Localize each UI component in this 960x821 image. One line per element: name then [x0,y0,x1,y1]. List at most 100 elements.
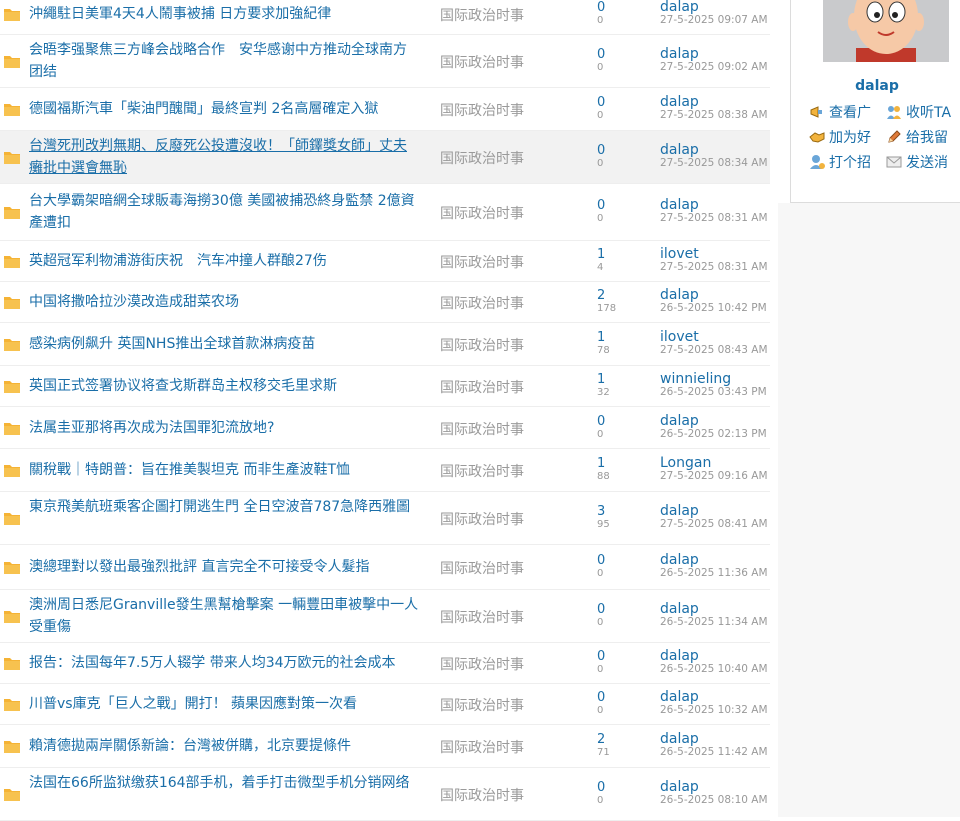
last-poster-link[interactable]: Longan [660,456,711,470]
thread-title-link[interactable]: 台大學霸架暗網全球販毒海撈30億 美國被捕恐終身監禁 2億資產遭扣 [29,190,419,234]
reply-count[interactable]: 3 [597,505,605,519]
last-post-time[interactable]: 27-5-2025 09:07 AM [660,15,768,26]
forum-link[interactable]: 国际政治时事 [440,419,590,439]
add-friend-link[interactable]: 加为好 [809,127,871,147]
leave-message-link[interactable]: 给我留 [886,127,948,147]
reply-count[interactable]: 0 [597,781,605,795]
last-post-time[interactable]: 26-5-2025 03:43 PM [660,387,767,398]
last-post-time[interactable]: 26-5-2025 11:42 AM [660,747,768,758]
thread-title-link[interactable]: 法国在66所监狱缴获164部手机，着手打击微型手机分销网络 [29,772,419,794]
greet-link[interactable]: 打个招 [809,152,871,172]
last-poster-link[interactable]: dalap [660,143,699,157]
profile-username[interactable]: dalap [791,78,960,94]
forum-link[interactable]: 国际政治时事 [440,737,590,757]
send-message-link[interactable]: 发送消 [886,152,948,172]
thread-title-link[interactable]: 關稅戰｜特朗普：旨在推美製坦克 而非生產波鞋T恤 [29,459,419,481]
last-poster-link[interactable]: dalap [660,47,699,61]
last-poster-link[interactable]: dalap [660,553,699,567]
forum-link[interactable]: 国际政治时事 [440,293,590,313]
reply-count[interactable]: 0 [597,1,605,15]
last-post-time[interactable]: 26-5-2025 11:36 AM [660,568,768,579]
reply-count[interactable]: 0 [597,650,605,664]
view-broadcast-link[interactable]: 查看广 [809,102,871,122]
thread-title-link[interactable]: 澳總理對以發出最強烈批評 直言完全不可接受令人髮指 [29,556,419,578]
last-poster-link[interactable]: dalap [660,649,699,663]
last-poster-link[interactable]: dalap [660,732,699,746]
thread-title-link[interactable]: 会晤李强聚焦三方峰会战略合作 安华感谢中方推动全球南方团结 [29,39,419,83]
reply-count[interactable]: 0 [597,96,605,110]
last-poster-link[interactable]: dalap [660,198,699,212]
last-post-time[interactable]: 27-5-2025 09:02 AM [660,62,768,73]
follow-link[interactable]: 收听TA [886,102,951,122]
thread-title-link[interactable]: 澳洲周日悉尼Granville發生黑幫槍擊案 一輛豐田車被擊中一人受重傷 [29,594,419,638]
reply-count[interactable]: 2 [597,289,605,303]
last-post-time[interactable]: 26-5-2025 10:32 AM [660,705,768,716]
thread-row: 感染病例飙升 英国NHS推出全球首款淋病疫苗 国际政治时事 1 78 ilovet 27-… [0,323,770,366]
thread-title-link[interactable]: 台灣死刑改判無期、反廢死公投遭沒收！「師鐸獎女師」丈夫癱批中選會無恥 [29,135,419,179]
last-post-time[interactable]: 27-5-2025 08:43 AM [660,345,768,356]
last-poster-link[interactable]: dalap [660,780,699,794]
last-poster-link[interactable]: ilovet [660,247,699,261]
last-post-time[interactable]: 27-5-2025 08:34 AM [660,158,768,169]
reply-count[interactable]: 1 [597,457,605,471]
last-poster-link[interactable]: dalap [660,414,699,428]
last-poster-link[interactable]: dalap [660,690,699,704]
thread-title-link[interactable]: 报告：法国每年7.5万人辍学 带来人均34万欧元的社会成本 [29,652,419,674]
reply-count[interactable]: 1 [597,331,605,345]
last-post-time[interactable]: 26-5-2025 08:10 AM [660,795,768,806]
last-poster-link[interactable]: dalap [660,504,699,518]
last-poster-link[interactable]: dalap [660,288,699,302]
folder-icon [3,656,21,671]
thread-title-link[interactable]: 英国正式签署协议将查戈斯群岛主权移交毛里求斯 [29,375,419,397]
forum-link[interactable]: 国际政治时事 [440,654,590,674]
thread-title-link[interactable]: 川普vs庫克「巨人之戰」開打！ 蘋果因應對策一次看 [29,693,419,715]
thread-title-link[interactable]: 中国将撒哈拉沙漠改造成甜菜农场 [29,291,419,313]
reply-count[interactable]: 0 [597,144,605,158]
forum-link[interactable]: 国际政治时事 [440,5,590,25]
reply-count[interactable]: 0 [597,691,605,705]
last-poster-link[interactable]: dalap [660,0,699,14]
thread-title-link[interactable]: 英超冠军利物浦游街庆祝 汽车冲撞人群酿27伤 [29,250,419,272]
last-poster-link[interactable]: winnieling [660,372,731,386]
last-post-time[interactable]: 26-5-2025 02:13 PM [660,428,767,440]
avatar[interactable] [823,0,949,62]
thread-title-link[interactable]: 東京飛美航班乘客企圖打開逃生門 全日空波音787急降西雅圖 [29,496,419,518]
forum-link[interactable]: 国际政治时事 [440,148,590,168]
reply-count[interactable]: 2 [597,733,605,747]
last-post-time[interactable]: 27-5-2025 09:16 AM [660,471,768,482]
forum-link[interactable]: 国际政治时事 [440,377,590,397]
last-poster-link[interactable]: dalap [660,602,699,616]
last-post-time[interactable]: 26-5-2025 10:42 PM [660,303,767,314]
forum-link[interactable]: 国际政治时事 [440,203,590,223]
thread-title-link[interactable]: 沖繩駐日美軍4天4人鬧事被捕 日方要求加強紀律 [29,3,419,25]
last-post-time[interactable]: 27-5-2025 08:38 AM [660,110,768,121]
forum-link[interactable]: 国际政治时事 [440,509,590,529]
reply-count[interactable]: 0 [597,554,605,568]
forum-link[interactable]: 国际政治时事 [440,252,590,272]
thread-title-link[interactable]: 德國福斯汽車「柴油門醜聞」最終宣判 2名高層確定入獄 [29,98,419,120]
forum-link[interactable]: 国际政治时事 [440,461,590,481]
reply-count[interactable]: 1 [597,373,605,387]
last-post-time[interactable]: 27-5-2025 08:41 AM [660,519,768,530]
reply-count[interactable]: 0 [597,199,605,213]
thread-title-link[interactable]: 法属圭亚那将再次成为法国罪犯流放地? [29,417,419,439]
thread-title-link[interactable]: 感染病例飙升 英国NHS推出全球首款淋病疫苗 [29,333,419,355]
last-post-time[interactable]: 26-5-2025 11:34 AM [660,617,768,628]
reply-count[interactable]: 0 [597,48,605,62]
reply-count[interactable]: 1 [597,248,605,262]
last-post-time[interactable]: 27-5-2025 08:31 AM [660,262,768,273]
last-poster-link[interactable]: dalap [660,95,699,109]
last-post-time[interactable]: 27-5-2025 08:31 AM [660,213,768,224]
thread-title-link[interactable]: 賴清德拋兩岸關係新論：台灣被併購，北京要提條件 [29,735,419,757]
forum-link[interactable]: 国际政治时事 [440,52,590,72]
last-poster-link[interactable]: ilovet [660,330,699,344]
reply-count[interactable]: 0 [597,603,605,617]
forum-link[interactable]: 国际政治时事 [440,100,590,120]
forum-link[interactable]: 国际政治时事 [440,335,590,355]
forum-link[interactable]: 国际政治时事 [440,695,590,715]
last-post-time[interactable]: 26-5-2025 10:40 AM [660,664,768,675]
forum-link[interactable]: 国际政治时事 [440,607,590,627]
reply-count[interactable]: 0 [597,414,605,429]
forum-link[interactable]: 国际政治时事 [440,558,590,578]
forum-link[interactable]: 国际政治时事 [440,785,590,805]
